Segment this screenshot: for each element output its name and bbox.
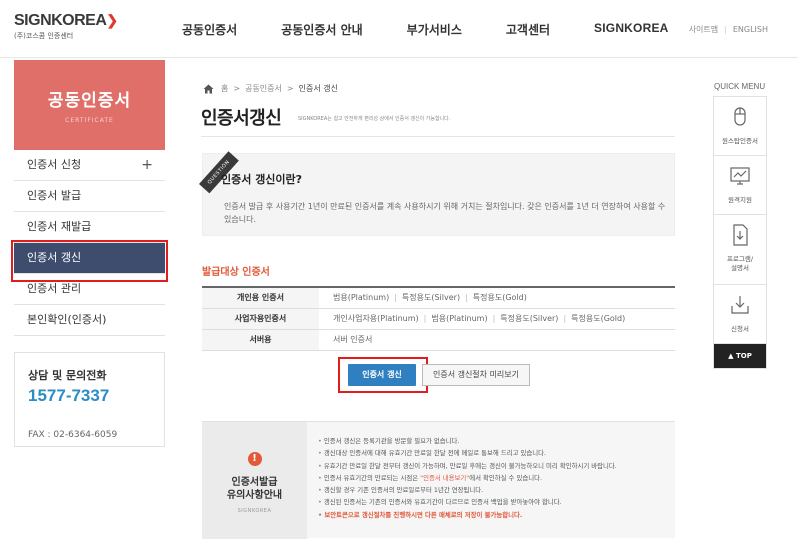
quick-item-onestop[interactable]: 원스탑인증서 bbox=[714, 97, 766, 156]
tray-download-icon bbox=[731, 296, 749, 314]
quick-item-label: 신청서 bbox=[731, 325, 749, 333]
table-header-cell: 개인용 인증서 bbox=[202, 287, 319, 309]
target-section-title: 발급대상 인증서 bbox=[202, 267, 270, 278]
page-title: 인증서갱신 bbox=[201, 108, 282, 129]
document-download-icon bbox=[733, 224, 748, 246]
logo[interactable]: SIGNKOREA❯ (주)코스콤 인증센터 bbox=[14, 12, 118, 41]
sidebar-title: 공동인증서 bbox=[47, 91, 132, 111]
sidebar-banner: 공동인증서 CERTIFICATE bbox=[14, 60, 165, 150]
contact-phone: 1577-7337 bbox=[28, 386, 110, 405]
table-row: 사업자용인증서 개인사업자용(Platinum) | 범용(Platinum) | 특정… bbox=[202, 308, 675, 330]
notice-list: 인증서 갱신은 등록기관을 방문할 필요가 없습니다. 갱신대상 인증서에 대해… bbox=[318, 435, 617, 521]
title-divider bbox=[201, 136, 675, 137]
quick-menu: 원스탑인증서 원격지원 프로그램/설명서 신청서 ▲ TOP bbox=[713, 96, 767, 369]
plus-icon[interactable]: + bbox=[141, 150, 153, 180]
table-header-cell: 서버용 bbox=[202, 329, 319, 351]
question-text: 인증서 발급 후 사용기간 1년이 만료된 인증서를 계속 사용하시기 위해 거… bbox=[224, 202, 666, 224]
table-row: 개인용 인증서 범용(Platinum) | 특정용도(Silver) | 특정용도(G… bbox=[202, 287, 675, 309]
nav-item-certificate[interactable]: 공동인증서 bbox=[182, 21, 237, 38]
renew-button[interactable]: 인증서 갱신 bbox=[348, 364, 416, 386]
contact-fax: FAX : 02-6364-6059 bbox=[28, 430, 118, 440]
home-icon[interactable] bbox=[203, 84, 214, 94]
breadcrumb-home[interactable]: 홈 bbox=[221, 83, 228, 94]
contact-title: 상담 및 문의전화 bbox=[28, 369, 107, 382]
contact-box: 상담 및 문의전화 1577-7337 FAX : 02-6364-6059 bbox=[14, 352, 165, 447]
list-item: 갱신된 인증서는 기존의 인증서와 유효기간이 다르므로 인증서 백업을 받아놓… bbox=[318, 496, 617, 508]
util-divider: | bbox=[724, 25, 727, 34]
list-item: 인증서 유효기간의 만료되는 시점은 "인증서 내용보기"에서 확인하실 수 있… bbox=[318, 472, 617, 484]
breadcrumb-certificate[interactable]: 공동인증서 bbox=[245, 83, 282, 94]
sidebar-item-identity[interactable]: 본인확인(인증서) bbox=[14, 305, 165, 336]
preview-procedure-button[interactable]: 인증서 갱신절차 미리보기 bbox=[422, 364, 530, 386]
question-title: 인증서 갱신이란? bbox=[221, 173, 303, 186]
notice-title: 인증서발급 유의사항안내 bbox=[226, 477, 283, 501]
notice-box: ! 인증서발급유의사항안내 SIGNKOREA 인증서 갱신은 등록기관을 방문… bbox=[202, 421, 675, 539]
monitor-chart-icon bbox=[730, 167, 750, 185]
list-item: 인증서 갱신은 등록기관을 방문할 필요가 없습니다. bbox=[318, 435, 617, 447]
breadcrumb-separator: > bbox=[233, 84, 241, 93]
breadcrumb-separator: > bbox=[286, 84, 294, 93]
highlight-frame-sidebar bbox=[11, 240, 168, 282]
nav-item-customer-center[interactable]: 고객센터 bbox=[506, 21, 550, 38]
list-item: 갱신할 경우 기존 인증서의 만료일로부터 1년간 연장됩니다. bbox=[318, 484, 617, 496]
quick-item-application[interactable]: 신청서 bbox=[714, 285, 766, 344]
quick-item-label: 프로그램/설명서 bbox=[726, 255, 754, 272]
logo-chevron-icon: ❯ bbox=[106, 12, 118, 28]
page-description: SIGNKOREA는 쉽고 안전하게 편리성 상에서 인증서 갱신이 가능합니다… bbox=[298, 116, 451, 122]
breadcrumb: 홈 > 공동인증서 > 인증서 갱신 bbox=[203, 83, 338, 94]
breadcrumb-current: 인증서 갱신 bbox=[298, 84, 338, 93]
sidebar-subtitle: CERTIFICATE bbox=[65, 117, 114, 124]
quick-item-label: 원스탑인증서 bbox=[722, 137, 758, 145]
table-row: 서버용 서버 인증서 bbox=[202, 329, 675, 351]
english-link[interactable]: ENGLISH bbox=[733, 25, 768, 34]
sitemap-link[interactable]: 사이트맵 bbox=[689, 24, 718, 35]
table-value-cell: 범용(Platinum) | 특정용도(Silver) | 특정용도(Gold) bbox=[319, 287, 675, 309]
mouse-icon bbox=[734, 107, 746, 126]
list-item: 유효기간 만료일 한달 전부터 갱신이 가능하며, 만료일 후에는 갱신이 불가… bbox=[318, 460, 617, 472]
list-item-warning: 보안토큰으로 갱신절차를 진행하시면 다른 매체로의 저장이 불가능합니다. bbox=[318, 509, 617, 521]
header: SIGNKOREA❯ (주)코스콤 인증센터 공동인증서 공동인증서 안내 부가… bbox=[0, 0, 798, 58]
sidebar-item-issue[interactable]: 인증서 발급 bbox=[14, 181, 165, 212]
notice-header: ! 인증서발급 유의사항안내 SIGNKOREA bbox=[202, 422, 307, 539]
main-nav: 공동인증서 공동인증서 안내 부가서비스 고객센터 SIGNKOREA bbox=[182, 21, 713, 38]
nav-item-certificate-guide[interactable]: 공동인증서 안내 bbox=[281, 21, 362, 38]
quick-item-remote[interactable]: 원격지원 bbox=[714, 156, 766, 215]
target-table: 개인용 인증서 범용(Platinum) | 특정용도(Silver) | 특정용도(G… bbox=[202, 286, 675, 351]
quick-item-programs[interactable]: 프로그램/설명서 bbox=[714, 215, 766, 285]
quick-menu-title: QUICK MENU bbox=[714, 82, 766, 91]
question-box: QUESTION 인증서 갱신이란? 인증서 발급 후 사용기간 1년이 만료된… bbox=[199, 151, 675, 236]
logo-subtext: (주)코스콤 인증센터 bbox=[14, 32, 74, 40]
table-value-cell: 개인사업자용(Platinum) | 범용(Platinum) | 특정용도(Silve… bbox=[319, 308, 675, 330]
sidebar-item-apply[interactable]: 인증서 신청 + bbox=[14, 150, 165, 181]
table-header-cell: 사업자용인증서 bbox=[202, 308, 319, 330]
logo-text: SIGNKOREA❯ bbox=[14, 12, 118, 29]
nav-item-extra-services[interactable]: 부가서비스 bbox=[407, 21, 462, 38]
scroll-top-button[interactable]: ▲ TOP bbox=[714, 344, 766, 368]
notice-subtitle: SIGNKOREA bbox=[237, 508, 272, 514]
table-value-cell: 서버 인증서 bbox=[319, 329, 675, 351]
utility-links: 사이트맵 | ENGLISH bbox=[689, 24, 768, 35]
list-item: 갱신대상 인증서에 대해 유효기간 만료일 한달 전에 메일로 통보해 드리고 … bbox=[318, 447, 617, 459]
sidebar-item-reissue[interactable]: 인증서 재발급 bbox=[14, 212, 165, 243]
exclamation-icon: ! bbox=[247, 452, 262, 466]
nav-item-signkorea[interactable]: SIGNKOREA bbox=[594, 21, 668, 38]
quick-item-label: 원격지원 bbox=[728, 196, 752, 204]
